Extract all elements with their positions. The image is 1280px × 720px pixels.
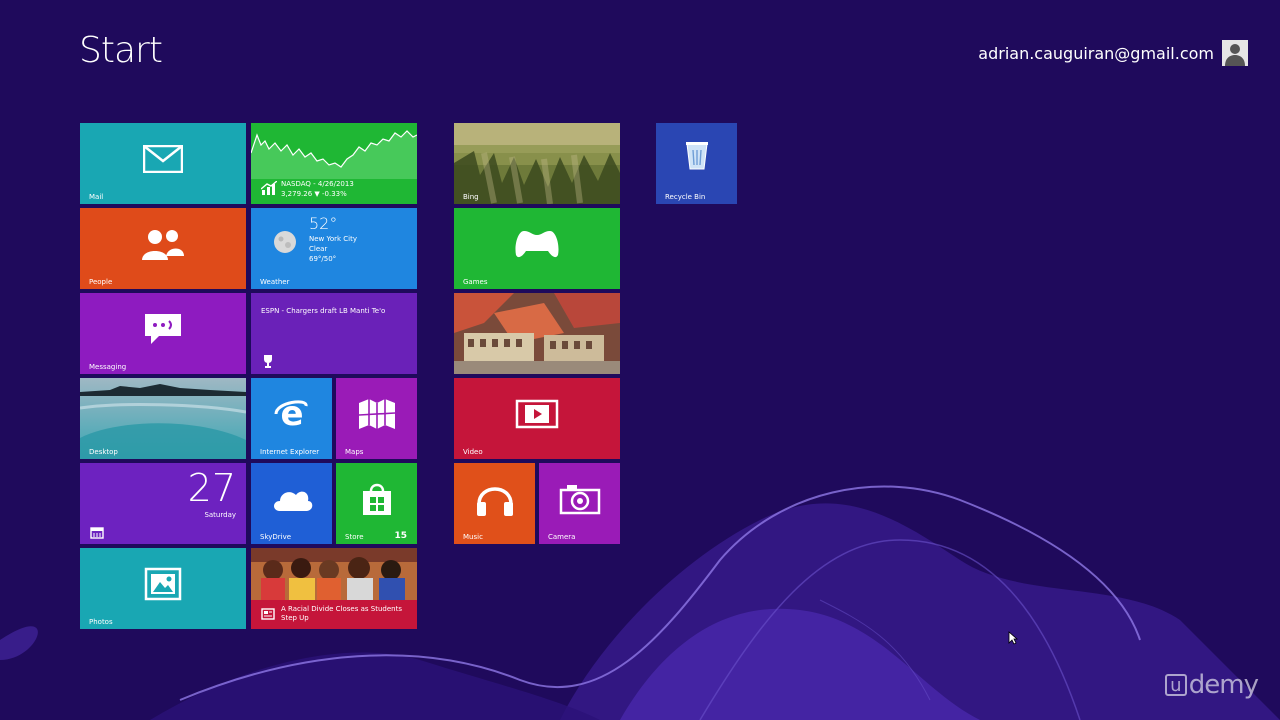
tile-label: Games — [463, 278, 488, 286]
stock-up-icon — [261, 181, 277, 195]
envelope-icon — [143, 145, 183, 174]
tile-sports[interactable]: ESPN - Chargers draft LB Manti Te'o — [251, 293, 417, 374]
trophy-icon — [261, 354, 275, 368]
tile-label: People — [89, 278, 113, 286]
weather-city: New York City — [309, 235, 357, 243]
calendar-weekday: Saturday — [204, 511, 236, 519]
tile-camera[interactable]: Camera — [539, 463, 620, 544]
chat-bubble-icon — [143, 312, 183, 346]
news-headline: A Racial Divide Closes as Students Step … — [281, 605, 402, 622]
cloud-icon — [270, 485, 314, 513]
map-icon — [357, 397, 397, 431]
tile-bing[interactable]: Bing — [454, 123, 620, 204]
tile-label: Maps — [345, 448, 364, 456]
sports-headline: ESPN - Chargers draft LB Manti Te'o — [261, 307, 386, 315]
bing-photo — [454, 123, 620, 204]
tile-news[interactable]: A Racial Divide Closes as Students Step … — [251, 548, 417, 629]
tile-internet-explorer[interactable]: e Internet Explorer — [251, 378, 332, 459]
tile-messaging[interactable]: Messaging — [80, 293, 246, 374]
start-screen-title: Start — [79, 30, 163, 71]
weather-temperature: 52° — [309, 214, 338, 233]
tile-label: Store — [345, 533, 364, 541]
camera-icon — [559, 483, 601, 515]
ie-logo-icon: e — [272, 394, 312, 434]
shopping-bag-icon — [359, 481, 395, 517]
udemy-logo-icon: u — [1164, 674, 1187, 696]
travel-photo — [454, 293, 620, 374]
svg-text:e: e — [280, 394, 303, 434]
tile-label: Weather — [260, 278, 290, 286]
tile-desktop[interactable]: Desktop — [80, 378, 246, 459]
finance-index: NASDAQ - 4/26/2013 — [281, 180, 354, 188]
udemy-wordmark: demy — [1188, 670, 1259, 700]
tile-label: Music — [463, 533, 483, 541]
news-icon — [261, 608, 275, 620]
user-account[interactable]: adrian.cauguiran@gmail.com — [978, 40, 1248, 66]
people-icon — [140, 228, 186, 261]
weather-condition: Clear — [309, 245, 328, 253]
tile-recycle-bin[interactable]: Recycle Bin — [656, 123, 737, 204]
store-update-badge: 15 — [394, 531, 407, 541]
tile-photos[interactable]: Photos — [80, 548, 246, 629]
finance-value: 3,279.26 ▼ -0.33% — [281, 190, 347, 198]
picture-icon — [144, 567, 182, 601]
tile-travel[interactable] — [454, 293, 620, 374]
news-photo — [251, 548, 417, 600]
tile-label: Bing — [463, 193, 479, 201]
tile-games[interactable]: Games — [454, 208, 620, 289]
tile-people[interactable]: People — [80, 208, 246, 289]
tile-weather[interactable]: 52° New York City Clear 69°/50° Weather — [251, 208, 417, 289]
user-email[interactable]: adrian.cauguiran@gmail.com — [978, 44, 1214, 63]
tile-label: SkyDrive — [260, 533, 292, 541]
tile-label: Photos — [89, 618, 113, 626]
tile-label: Internet Explorer — [260, 448, 320, 456]
user-silhouette-icon[interactable] — [1222, 40, 1248, 66]
tile-music[interactable]: Music — [454, 463, 535, 544]
tile-calendar[interactable]: 27 Saturday — [80, 463, 246, 544]
tile-label: Recycle Bin — [665, 193, 706, 201]
tile-maps[interactable]: Maps — [336, 378, 417, 459]
xbox-controller-icon — [514, 229, 560, 259]
weather-range: 69°/50° — [309, 255, 337, 263]
mouse-pointer-icon — [1008, 630, 1019, 649]
tile-mail[interactable]: Mail — [80, 123, 246, 204]
tile-skydrive[interactable]: SkyDrive — [251, 463, 332, 544]
stock-chart-graphic — [251, 130, 417, 179]
desktop-wallpaper — [80, 378, 246, 459]
udemy-watermark: u demy — [1164, 670, 1259, 700]
tile-label: Camera — [548, 533, 576, 541]
headphones-icon — [475, 480, 515, 518]
tile-video[interactable]: Video — [454, 378, 620, 459]
tile-store[interactable]: Store 15 — [336, 463, 417, 544]
tile-label: Messaging — [89, 363, 127, 371]
play-screen-icon — [515, 399, 559, 429]
calendar-day: 27 — [187, 466, 236, 510]
calendar-icon — [90, 527, 104, 539]
moon-icon — [273, 230, 297, 254]
tile-label: Desktop — [89, 448, 118, 456]
tile-label: Video — [463, 448, 483, 456]
tile-finance[interactable]: NASDAQ - 4/26/2013 3,279.26 ▼ -0.33% — [251, 123, 417, 204]
tile-label: Mail — [89, 193, 104, 201]
recycle-bin-icon — [685, 140, 709, 170]
